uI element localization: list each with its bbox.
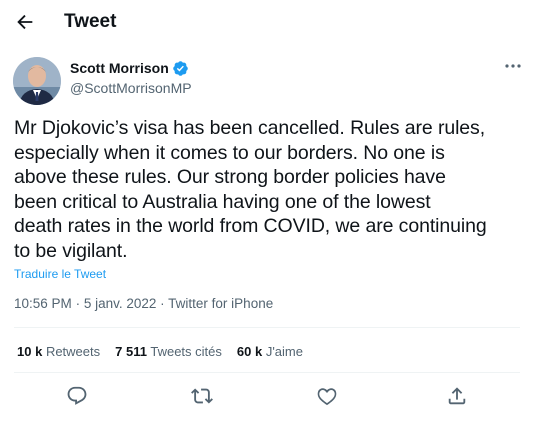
tweet-time[interactable]: 10:56 PM <box>14 296 72 311</box>
page-title: Tweet <box>64 11 117 32</box>
retweets-label: Retweets <box>45 344 101 359</box>
retweets-stat[interactable]: 10 k Retweets <box>17 344 100 359</box>
author-name[interactable]: Scott Morrison <box>70 59 169 77</box>
meta-separator: · <box>160 296 165 311</box>
retweet-icon[interactable] <box>189 383 215 409</box>
quotes-stat[interactable]: 7 511 Tweets cités <box>115 344 222 359</box>
author-name-row: Scott Morrison <box>70 59 189 77</box>
quotes-count: 7 511 <box>115 344 147 359</box>
arrow-left-icon[interactable] <box>14 11 36 33</box>
tweet-metadata: 10:56 PM · 5 janv. 2022 · Twitter for iP… <box>14 296 273 311</box>
verified-badge-icon <box>172 60 189 77</box>
translate-link[interactable]: Traduire le Tweet <box>14 267 106 281</box>
tweet-source[interactable]: Twitter for iPhone <box>168 296 273 311</box>
share-icon[interactable] <box>444 383 470 409</box>
meta-separator: · <box>75 296 81 311</box>
header: Tweet <box>0 0 534 44</box>
action-bar <box>0 383 534 413</box>
divider <box>14 372 520 373</box>
reply-icon[interactable] <box>64 383 90 409</box>
likes-stat[interactable]: 60 k J'aime <box>237 344 303 359</box>
more-icon[interactable] <box>503 60 523 72</box>
quotes-label: Tweets cités <box>150 344 222 359</box>
likes-count: 60 k <box>236 344 263 359</box>
tweet-date[interactable]: 5 janv. 2022 <box>84 296 157 311</box>
avatar[interactable] <box>13 57 61 105</box>
tweet-text: Mr Djokovic’s visa has been cancelled. R… <box>14 117 487 262</box>
heart-icon[interactable] <box>314 383 340 409</box>
likes-label: J'aime <box>265 344 303 359</box>
retweets-count: 10 k <box>17 344 43 359</box>
author-handle[interactable]: @ScottMorrisonMP <box>70 79 192 97</box>
divider <box>14 327 520 328</box>
engagement-stats: 10 k Retweets 7 511 Tweets cités 60 k J'… <box>17 344 318 359</box>
